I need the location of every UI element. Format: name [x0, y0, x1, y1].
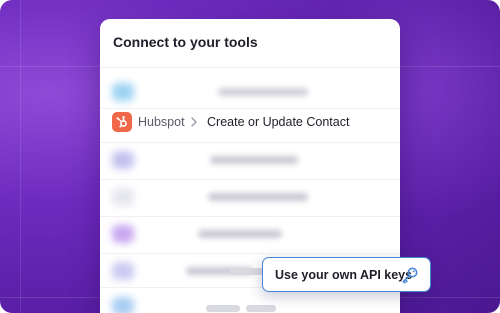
blurred-app-icon	[112, 83, 134, 101]
row-divider	[100, 253, 400, 254]
api-keys-button[interactable]: Use your own API keys	[262, 257, 431, 292]
hubspot-icon	[112, 112, 132, 132]
blurred-app-icon	[112, 188, 134, 206]
hero-background: Connect to your tools Hubspot Create or …	[0, 0, 500, 313]
blurred-text	[218, 88, 308, 96]
blurred-tool-row	[100, 291, 400, 313]
row-divider	[100, 179, 400, 180]
action-name: Create or Update Contact	[207, 115, 350, 129]
row-divider	[100, 142, 400, 143]
card-title: Connect to your tools	[113, 34, 258, 50]
blurred-app-icon	[112, 297, 134, 313]
app-name: Hubspot	[138, 115, 185, 129]
selected-tool-row[interactable]: Hubspot Create or Update Contact	[100, 110, 400, 134]
blurred-text	[208, 193, 308, 201]
blurred-app-icon	[112, 225, 134, 243]
blurred-tool-row	[100, 145, 400, 175]
blurred-text	[230, 268, 264, 275]
blurred-text	[246, 305, 276, 312]
blurred-tool-row	[100, 77, 400, 107]
blurred-text	[198, 230, 282, 238]
blurred-tool-row	[100, 182, 400, 212]
blurred-tool-row	[100, 219, 400, 249]
background-gridline	[20, 0, 21, 313]
key-icon	[402, 267, 418, 284]
blurred-app-icon	[112, 151, 134, 169]
blurred-app-icon	[112, 262, 134, 280]
card-divider	[100, 67, 400, 68]
blurred-text	[206, 305, 240, 312]
api-keys-label: Use your own API keys	[275, 268, 413, 282]
row-divider	[100, 108, 400, 109]
blurred-text	[210, 156, 298, 164]
chevron-right-icon	[191, 117, 197, 127]
row-divider	[100, 216, 400, 217]
